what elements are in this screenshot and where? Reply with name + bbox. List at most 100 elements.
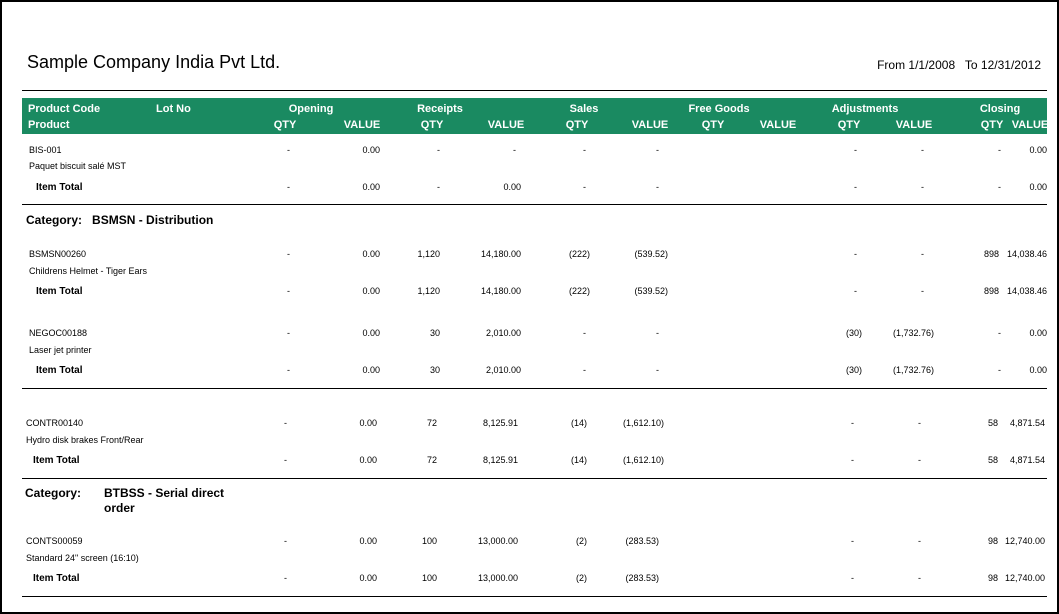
product-name: Standard 24" screen (16:10): [26, 553, 139, 563]
total-opening-value: 0.00: [362, 182, 380, 192]
total-receipts-value: 8,125.91: [482, 455, 518, 465]
sales-qty: (2): [576, 536, 587, 546]
total-opening-value: 0.00: [362, 286, 380, 296]
category-name: BSMSN - Distribution: [92, 213, 214, 227]
period-from: From 1/1/2008: [877, 58, 956, 72]
company-name: Sample Company India Pvt Ltd.: [27, 52, 281, 72]
header-lot-no: Lot No: [156, 103, 191, 115]
header-free-goods-qty: QTY: [701, 119, 725, 131]
sales-qty: -: [583, 145, 586, 155]
header-receipts-value: VALUE: [487, 119, 525, 131]
total-closing-value: 14,038.46: [1006, 286, 1047, 296]
receipts-value: 14,180.00: [480, 249, 521, 259]
item-total-label: Item Total: [36, 182, 83, 193]
header-adjustments-value: VALUE: [895, 119, 933, 131]
receipts-qty: 30: [429, 328, 440, 338]
header-receipts: Receipts: [417, 103, 463, 115]
total-receipts-value: 13,000.00: [477, 573, 518, 583]
item-total-label: Item Total: [33, 573, 80, 584]
total-closing-value: 0.00: [1029, 182, 1047, 192]
section-divider: [22, 478, 1047, 479]
product-name: Hydro disk brakes Front/Rear: [26, 435, 144, 445]
total-sales-value: -: [656, 182, 659, 192]
product-code: BIS-001: [29, 145, 62, 155]
sales-value: -: [656, 145, 659, 155]
receipts-value: 2,010.00: [485, 328, 521, 338]
opening-qty: -: [284, 418, 287, 428]
total-receipts-qty: 100: [421, 573, 437, 583]
sales-qty: -: [583, 328, 586, 338]
header-closing: Closing: [979, 103, 1021, 115]
header-product-code: Product Code: [28, 103, 101, 115]
total-sales-qty: -: [583, 182, 586, 192]
section-divider: [22, 388, 1047, 389]
header-closing-value: VALUE: [1011, 119, 1049, 131]
closing-value: 14,038.46: [1006, 249, 1047, 259]
item-total-label: Item Total: [36, 286, 83, 297]
total-opening-qty: -: [287, 365, 290, 375]
total-sales-qty: (222): [568, 286, 590, 296]
total-adjustments-qty: -: [851, 573, 854, 583]
header-adjustments: Adjustments: [831, 103, 899, 115]
total-closing-qty: 898: [983, 286, 999, 296]
total-opening-value: 0.00: [362, 365, 380, 375]
total-sales-value: (539.52): [634, 286, 668, 296]
adjustments-value: -: [918, 536, 921, 546]
total-sales-qty: -: [583, 365, 586, 375]
total-closing-qty: -: [998, 182, 1001, 192]
adjustments-qty: -: [851, 536, 854, 546]
closing-value: 12,740.00: [1004, 536, 1045, 546]
adjustments-qty: -: [854, 249, 857, 259]
total-sales-qty: (2): [576, 573, 587, 583]
opening-qty: -: [284, 536, 287, 546]
closing-qty: 58: [987, 418, 998, 428]
product-code: CONTR00140: [26, 418, 84, 428]
receipts-qty: -: [437, 145, 440, 155]
header-adjustments-qty: QTY: [837, 119, 861, 131]
total-adjustments-qty: -: [854, 182, 857, 192]
item-total-label: Item Total: [36, 365, 83, 376]
total-receipts-value: 14,180.00: [480, 286, 521, 296]
receipts-qty: 72: [426, 418, 437, 428]
closing-qty: -: [998, 145, 1001, 155]
header-opening-qty: QTY: [273, 119, 297, 131]
product-code: CONTS00059: [26, 536, 83, 546]
total-sales-qty: (14): [570, 455, 587, 465]
total-opening-qty: -: [284, 455, 287, 465]
header-sales: Sales: [569, 103, 599, 115]
total-opening-value: 0.00: [359, 573, 377, 583]
product-code: BSMSN00260: [29, 249, 87, 259]
adjustments-value: -: [918, 418, 921, 428]
period-to: To 12/31/2012: [964, 58, 1041, 72]
header-free-goods: Free Goods: [688, 103, 750, 115]
total-closing-value: 0.00: [1029, 365, 1047, 375]
adjustments-qty: (30): [845, 328, 862, 338]
product-code: NEGOC00188: [29, 328, 88, 338]
header-opening: Opening: [288, 103, 334, 115]
total-receipts-qty: 72: [426, 455, 437, 465]
total-closing-qty: -: [998, 365, 1001, 375]
header-product: Product: [28, 119, 70, 131]
header-closing-qty: QTY: [980, 119, 1004, 131]
total-receipts-qty: 30: [429, 365, 440, 375]
receipts-value: 13,000.00: [477, 536, 518, 546]
header-sales-qty: QTY: [565, 119, 589, 131]
item-total-label: Item Total: [33, 455, 80, 466]
sales-value: (1,612.10): [622, 418, 664, 428]
product-name: Laser jet printer: [29, 345, 92, 355]
category-name-line-1: BTBSS - Serial direct: [104, 486, 225, 500]
closing-qty: -: [998, 328, 1001, 338]
total-opening-qty: -: [287, 286, 290, 296]
total-sales-value: -: [656, 365, 659, 375]
column-header: Product Code Lot No Product Opening Rece…: [22, 98, 1049, 134]
sales-value: (283.53): [625, 536, 659, 546]
opening-value: 0.00: [362, 249, 380, 259]
total-closing-qty: 58: [987, 455, 998, 465]
total-sales-value: (283.53): [625, 573, 659, 583]
adjustments-value: -: [921, 145, 924, 155]
sales-qty: (222): [568, 249, 590, 259]
section-divider: [22, 596, 1047, 597]
total-opening-value: 0.00: [359, 455, 377, 465]
total-opening-qty: -: [284, 573, 287, 583]
closing-value: 0.00: [1029, 328, 1047, 338]
